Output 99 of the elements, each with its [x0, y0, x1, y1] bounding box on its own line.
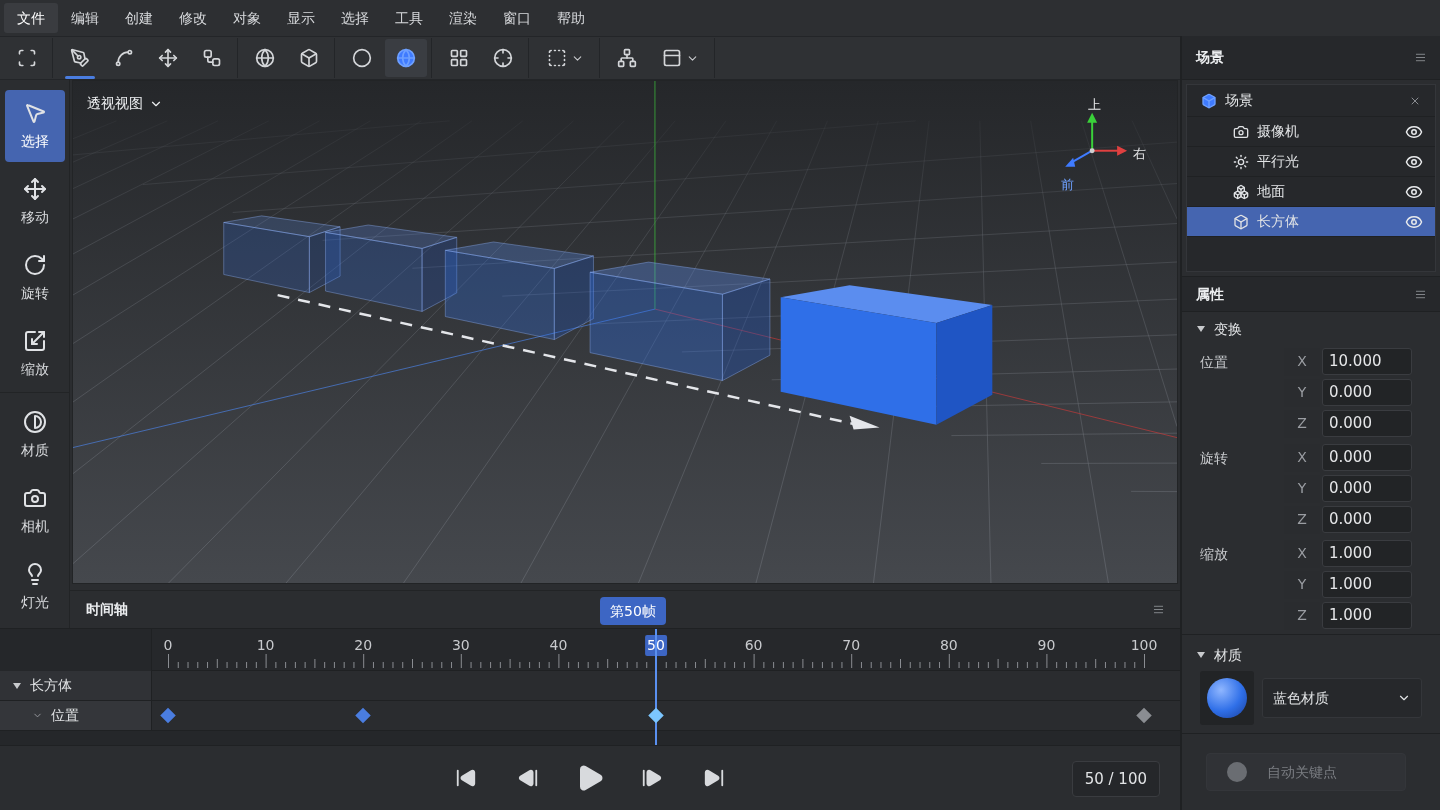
frame-number: 90 [1036, 636, 1057, 655]
globe-icon [255, 48, 275, 68]
property-label: 位置 [1200, 353, 1229, 372]
panel-title: 时间轴 [86, 600, 128, 619]
frame-number: 40 [548, 636, 569, 655]
circle-icon [352, 48, 372, 68]
frame-icon [17, 48, 37, 68]
sun-icon [1233, 153, 1249, 170]
frame-number: 50 [645, 635, 667, 656]
step-forward-icon [641, 767, 663, 789]
axis-label: 右 [1133, 145, 1146, 163]
keyframe-marker[interactable] [355, 707, 371, 724]
tree-item-label: 长方体 [1257, 212, 1299, 231]
tool-button[interactable]: 材质 [4, 399, 65, 471]
crosshair-icon [493, 48, 513, 68]
view-dropdown[interactable]: 透视视图 [87, 93, 163, 114]
skip-forward-icon [703, 767, 725, 789]
value-field[interactable]: 0.000 [1322, 379, 1412, 406]
tree-row[interactable]: 长方体 [1187, 207, 1435, 237]
collapse-triangle-icon[interactable] [1196, 650, 1206, 660]
spline-icon [114, 48, 134, 68]
frame-number: 0 [162, 636, 174, 655]
track-label[interactable]: 位置 [51, 705, 79, 726]
tree-row[interactable]: 摄像机 [1187, 117, 1435, 147]
frame-number: 100 [1129, 636, 1159, 655]
layout-icon [449, 48, 469, 68]
tree-row[interactable]: 平行光 [1187, 147, 1435, 177]
axis-label: 上 [1088, 96, 1101, 114]
menu-item[interactable]: 文件 [4, 3, 58, 33]
tool-button[interactable]: 移动 [4, 166, 65, 238]
tool-button[interactable]: 缩放 [4, 318, 65, 390]
tree-item-label: 平行光 [1257, 152, 1299, 171]
panel-menu-icon [1415, 288, 1426, 300]
toolbar-button[interactable] [385, 39, 427, 77]
menu-item[interactable]: 窗口 [490, 3, 544, 33]
frame-number: 70 [841, 636, 862, 655]
property-label: 旋转 [1200, 449, 1229, 468]
value-field[interactable]: 1.000 [1322, 540, 1412, 567]
menu-item[interactable]: 编辑 [58, 3, 112, 33]
value-field[interactable]: 1.000 [1322, 571, 1412, 598]
tool-button[interactable]: 选择 [4, 90, 65, 162]
rotate-icon [22, 252, 47, 277]
scale-icon [22, 328, 47, 353]
viewport-panel[interactable]: 透视视图 上 右 前 [72, 80, 1178, 584]
menu-item[interactable]: 创建 [112, 3, 166, 33]
tree-item-label: 地面 [1257, 182, 1285, 201]
keyframe-marker[interactable] [160, 707, 176, 724]
half-circle-icon [22, 409, 47, 434]
menu-item[interactable]: 选择 [328, 3, 382, 33]
collapse-triangle-icon[interactable] [12, 680, 22, 691]
nodes-icon [202, 48, 222, 68]
tool-button[interactable]: 旋转 [4, 242, 65, 314]
property-label: 缩放 [1200, 545, 1229, 564]
pen-icon [70, 48, 90, 68]
skip-back-icon [455, 767, 477, 789]
axis-gizmo-drawing [1065, 112, 1128, 167]
panel-title: 属性 [1196, 284, 1224, 304]
frame-number: 20 [353, 636, 374, 655]
menu-item[interactable]: 对象 [220, 3, 274, 33]
material-dropdown[interactable]: 蓝色材质 [1262, 678, 1422, 718]
section-title: 材质 [1214, 645, 1242, 665]
panel-menu-icon [1153, 604, 1164, 615]
panel-menu-icon [1415, 52, 1426, 63]
menu-item[interactable]: 显示 [274, 3, 328, 33]
value-field[interactable]: 0.000 [1322, 444, 1412, 471]
active-indicator [65, 76, 95, 79]
frame-number: 80 [938, 636, 959, 655]
tool-button[interactable]: 相机 [4, 475, 65, 547]
frame-counter[interactable]: 50 / 100 [1071, 761, 1160, 797]
panel-title: 场景 [1196, 48, 1224, 67]
value-field[interactable]: 1.000 [1322, 602, 1412, 629]
move-icon [158, 48, 178, 68]
frame-number: 30 [450, 636, 471, 655]
value-field[interactable]: 0.000 [1322, 410, 1412, 437]
section-title: 变换 [1214, 319, 1242, 339]
value-field[interactable]: 10.000 [1322, 348, 1412, 375]
step-back-icon [517, 767, 539, 789]
sphere-icon [396, 48, 416, 68]
marquee-icon [546, 48, 567, 68]
axis-label: 前 [1061, 176, 1074, 194]
tree-item-label: 摄像机 [1257, 122, 1299, 141]
move-icon [22, 176, 47, 201]
playhead-label: 第50帧 [600, 597, 666, 625]
value-field[interactable]: 0.000 [1322, 475, 1412, 502]
collapse-triangle-icon[interactable] [1196, 324, 1206, 334]
tool-button[interactable]: 灯光 [4, 551, 65, 623]
menu-item[interactable]: 渲染 [436, 3, 490, 33]
panel-icon [661, 48, 682, 68]
tree-item[interactable]: 场景 [1225, 90, 1253, 111]
menu-item[interactable]: 工具 [382, 3, 436, 33]
menu-item[interactable]: 帮助 [544, 3, 598, 33]
frame-number: 10 [255, 636, 276, 655]
value-field[interactable]: 0.000 [1322, 506, 1412, 533]
menu-item[interactable]: 修改 [166, 3, 220, 33]
camera-icon [1233, 123, 1249, 140]
keyframe-marker[interactable] [648, 707, 664, 724]
frame-number: 60 [743, 636, 764, 655]
scene-cube-icon [1201, 92, 1217, 109]
network-icon [617, 48, 637, 68]
